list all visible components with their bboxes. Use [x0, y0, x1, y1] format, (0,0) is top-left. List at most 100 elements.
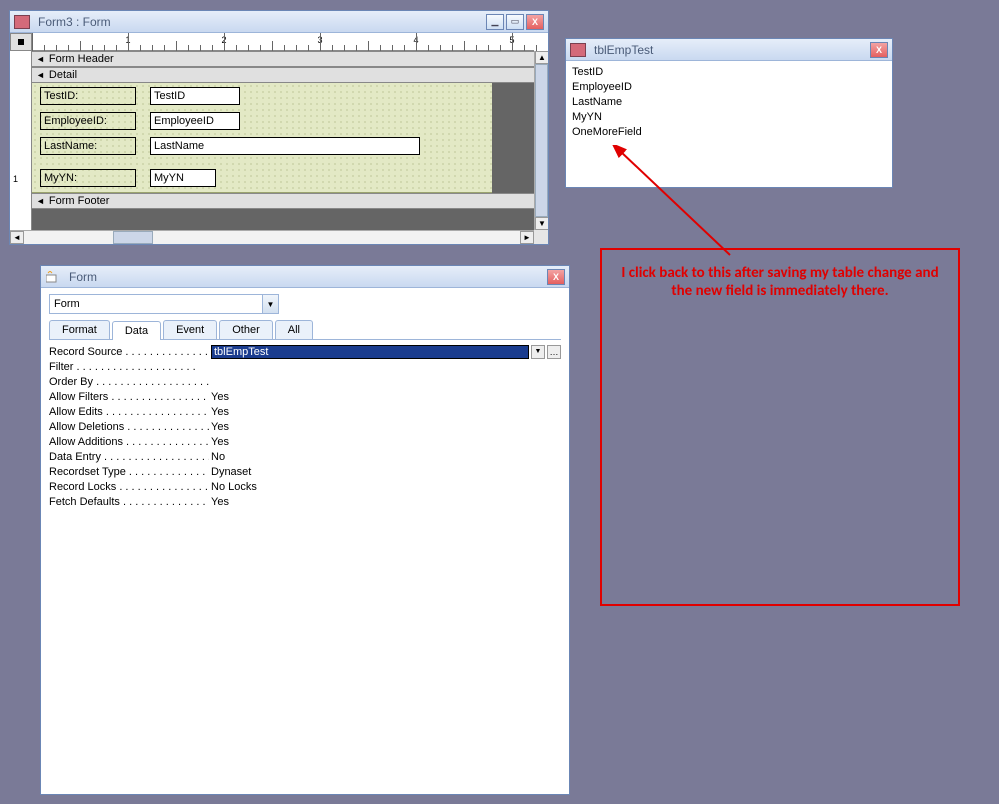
ruler-vertical[interactable]: 1: [10, 51, 32, 230]
field-textbox[interactable]: LastName: [150, 137, 420, 155]
tab-event[interactable]: Event: [163, 320, 217, 339]
field-textbox[interactable]: EmployeeID: [150, 112, 240, 130]
property-row[interactable]: Allow Edits . . . . . . . . . . . . . . …: [49, 404, 561, 419]
property-row[interactable]: Record Locks . . . . . . . . . . . . . .…: [49, 479, 561, 494]
property-name: Record Locks: [49, 481, 116, 493]
form-designer-window: Form3 : Form ▁ ▭ X 12345 1 ◄ Form Header…: [9, 10, 549, 245]
form-field-row: LastName: LastName: [40, 136, 420, 156]
property-row[interactable]: Allow Deletions . . . . . . . . . . . . …: [49, 419, 561, 434]
field-list-item[interactable]: TestID: [570, 65, 888, 80]
property-value[interactable]: Yes: [211, 436, 229, 448]
property-name: Allow Filters: [49, 391, 108, 403]
scrollbar-vertical[interactable]: ▲ ▼: [534, 51, 548, 230]
field-textbox[interactable]: TestID: [150, 87, 240, 105]
property-value[interactable]: Yes: [211, 406, 229, 418]
field-list-item[interactable]: LastName: [570, 95, 888, 110]
form-field-row: EmployeeID: EmployeeID: [40, 111, 240, 131]
tab-other[interactable]: Other: [219, 320, 273, 339]
builder-button[interactable]: …: [547, 345, 561, 359]
field-label[interactable]: MyYN:: [40, 169, 136, 187]
property-name: Fetch Defaults: [49, 496, 120, 508]
property-name: Recordset Type: [49, 466, 126, 478]
property-name: Allow Edits: [49, 406, 103, 418]
property-name: Data Entry: [49, 451, 101, 463]
close-button[interactable]: X: [526, 14, 544, 30]
scroll-thumb[interactable]: [535, 64, 548, 217]
section-footer-label: Form Footer: [49, 195, 110, 207]
field-list-title: tblEmpTest: [590, 43, 870, 57]
field-label[interactable]: EmployeeID:: [40, 112, 136, 130]
tab-data[interactable]: Data: [112, 321, 161, 340]
scroll-left-button[interactable]: ◄: [10, 231, 24, 244]
form-select-all[interactable]: [10, 33, 32, 51]
minimize-button[interactable]: ▁: [486, 14, 504, 30]
field-list-item[interactable]: MyYN: [570, 110, 888, 125]
property-name: Allow Additions: [49, 436, 123, 448]
tab-all[interactable]: All: [275, 320, 313, 339]
section-bar-detail[interactable]: ◄ Detail: [32, 67, 534, 83]
dropdown-icon[interactable]: ▼: [262, 295, 278, 313]
section-bar-header[interactable]: ◄ Form Header: [32, 51, 534, 67]
field-textbox[interactable]: MyYN: [150, 169, 216, 187]
section-arrow-icon: ◄: [36, 54, 45, 64]
field-list-window: tblEmpTest X TestIDEmployeeIDLastNameMyY…: [565, 38, 893, 188]
field-list-body[interactable]: TestIDEmployeeIDLastNameMyYNOneMoreField: [566, 61, 892, 187]
field-label[interactable]: LastName:: [40, 137, 136, 155]
form-design-surface[interactable]: ◄ Form Header ◄ Detail TestID: TestID Empl…: [32, 51, 534, 230]
annotation-callout: I click back to this after saving my tab…: [600, 248, 960, 606]
scroll-up-button[interactable]: ▲: [535, 51, 548, 64]
property-row[interactable]: Record Source . . . . . . . . . . . . . …: [49, 344, 561, 359]
annotation-text: I click back to this after saving my tab…: [621, 264, 938, 300]
property-row[interactable]: Filter . . . . . . . . . . . . . . . . .…: [49, 359, 561, 374]
section-arrow-icon: ◄: [36, 70, 45, 80]
section-arrow-icon: ◄: [36, 196, 45, 206]
scroll-track[interactable]: [535, 64, 548, 217]
property-value[interactable]: Dynaset: [211, 466, 251, 478]
scroll-track[interactable]: [24, 231, 520, 244]
form-field-row: MyYN: MyYN: [40, 168, 216, 188]
scroll-corner: [534, 230, 548, 244]
dropdown-icon[interactable]: ▼: [531, 345, 545, 359]
section-bar-footer[interactable]: ◄ Form Footer: [32, 193, 534, 209]
properties-window: Form X Form ▼ FormatDataEventOtherAll Re…: [40, 265, 570, 795]
scrollbar-horizontal[interactable]: ◄ ►: [10, 230, 534, 244]
properties-titlebar[interactable]: Form X: [41, 266, 569, 288]
property-name: Record Source: [49, 346, 122, 358]
close-button[interactable]: X: [547, 269, 565, 285]
property-value[interactable]: Yes: [211, 496, 229, 508]
property-name: Allow Deletions: [49, 421, 124, 433]
scroll-thumb[interactable]: [113, 231, 153, 244]
ruler-horizontal[interactable]: 12345: [32, 33, 534, 51]
property-row[interactable]: Allow Additions . . . . . . . . . . . . …: [49, 434, 561, 449]
close-button[interactable]: X: [870, 42, 888, 58]
maximize-button[interactable]: ▭: [506, 14, 524, 30]
field-label[interactable]: TestID:: [40, 87, 136, 105]
section-detail-label: Detail: [49, 69, 77, 81]
properties-grid: Record Source . . . . . . . . . . . . . …: [49, 344, 561, 509]
object-selector-value: Form: [50, 298, 262, 310]
property-row[interactable]: Recordset Type . . . . . . . . . . . . .…: [49, 464, 561, 479]
properties-title: Form: [65, 270, 547, 284]
form-designer-titlebar[interactable]: Form3 : Form ▁ ▭ X: [10, 11, 548, 33]
property-row[interactable]: Fetch Defaults . . . . . . . . . . . . .…: [49, 494, 561, 509]
object-selector-combo[interactable]: Form ▼: [49, 294, 279, 314]
property-value[interactable]: tblEmpTest: [211, 345, 529, 359]
property-value[interactable]: No Locks: [211, 481, 257, 493]
scroll-right-button[interactable]: ►: [520, 231, 534, 244]
form-field-row: TestID: TestID: [40, 86, 240, 106]
property-value[interactable]: Yes: [211, 391, 229, 403]
field-list-item[interactable]: EmployeeID: [570, 80, 888, 95]
tab-format[interactable]: Format: [49, 320, 110, 339]
detail-section-body[interactable]: TestID: TestID EmployeeID: EmployeeID LastNa…: [32, 83, 492, 193]
property-row[interactable]: Data Entry . . . . . . . . . . . . . . .…: [49, 449, 561, 464]
field-list-titlebar[interactable]: tblEmpTest X: [566, 39, 892, 61]
properties-tabs: FormatDataEventOtherAll: [49, 320, 561, 340]
properties-icon: [45, 270, 61, 284]
property-value[interactable]: No: [211, 451, 225, 463]
form-icon: [14, 15, 30, 29]
property-row[interactable]: Allow Filters . . . . . . . . . . . . . …: [49, 389, 561, 404]
property-value[interactable]: Yes: [211, 421, 229, 433]
field-list-item[interactable]: OneMoreField: [570, 125, 888, 140]
property-row[interactable]: Order By . . . . . . . . . . . . . . . .…: [49, 374, 561, 389]
scroll-down-button[interactable]: ▼: [535, 217, 548, 230]
